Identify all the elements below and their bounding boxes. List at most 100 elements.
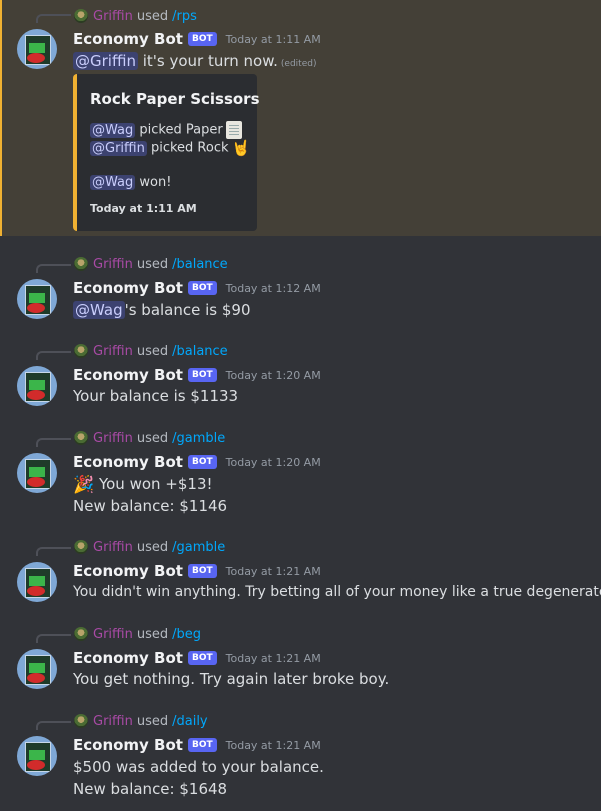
replied-user-avatar[interactable] xyxy=(74,431,88,445)
bot-tag: BOT xyxy=(187,368,217,382)
reply-reference[interactable]: Griffin used /daily xyxy=(74,712,208,730)
embed-text: won! xyxy=(135,175,172,190)
timestamp[interactable]: Today at 1:21 AM xyxy=(226,739,321,752)
embed-line-paper: @Wag picked Paper xyxy=(90,121,242,139)
message-balance[interactable]: Griffin used /balance Economy Bot BOT To… xyxy=(0,339,601,411)
timestamp[interactable]: Today at 1:20 AM xyxy=(226,456,321,469)
reply-command[interactable]: /balance xyxy=(172,257,228,272)
reply-command[interactable]: /gamble xyxy=(172,431,225,446)
timestamp[interactable]: Today at 1:21 AM xyxy=(226,565,321,578)
reply-used-text: used xyxy=(136,343,169,359)
avatar[interactable] xyxy=(17,29,57,69)
bot-tag: BOT xyxy=(187,281,217,295)
replied-user-avatar[interactable] xyxy=(74,9,88,23)
message-content: @Griffin it's your turn now. (edited) xyxy=(73,50,316,75)
timestamp[interactable]: Today at 1:11 AM xyxy=(226,33,321,46)
reply-used-text: used xyxy=(136,713,169,729)
reply-used-text: used xyxy=(136,430,169,446)
message-rps[interactable]: Griffin used /rps Economy Bot BOT Today … xyxy=(0,0,601,236)
message-gamble-loss[interactable]: Griffin used /gamble Economy Bot BOT Tod… xyxy=(0,535,601,607)
replied-user-name[interactable]: Griffin xyxy=(93,627,133,642)
edited-label: (edited) xyxy=(280,59,317,69)
message-content: $500 was added to your balance. xyxy=(73,758,324,776)
reply-connector xyxy=(36,264,71,273)
reply-used-text: used xyxy=(136,8,169,24)
bot-tag: BOT xyxy=(187,455,217,469)
replied-user-avatar[interactable] xyxy=(74,627,88,641)
replied-user-avatar[interactable] xyxy=(74,257,88,271)
author-name[interactable]: Economy Bot xyxy=(73,453,183,471)
replied-user-name[interactable]: Griffin xyxy=(93,257,133,272)
message-beg[interactable]: Griffin used /beg Economy Bot BOT Today … xyxy=(0,622,601,694)
avatar[interactable] xyxy=(17,453,57,493)
user-mention[interactable]: @Griffin xyxy=(90,140,147,156)
reply-connector xyxy=(36,14,71,23)
replied-user-name[interactable]: Griffin xyxy=(93,344,133,359)
reply-command[interactable]: /balance xyxy=(172,344,228,359)
user-mention[interactable]: @Wag xyxy=(90,122,136,138)
avatar[interactable] xyxy=(17,279,57,319)
message-text: You won +$13! xyxy=(94,475,213,493)
replied-user-name[interactable]: Griffin xyxy=(93,9,133,24)
embed-text: picked Rock xyxy=(146,140,229,156)
embed-line-rock: @Griffin picked Rock 🤘 xyxy=(90,139,250,157)
replied-user-avatar[interactable] xyxy=(74,540,88,554)
author-name[interactable]: Economy Bot xyxy=(73,736,183,754)
reply-command[interactable]: /rps xyxy=(172,9,197,24)
message-balance[interactable]: Griffin used /balance Economy Bot BOT To… xyxy=(0,252,601,324)
message-daily[interactable]: Griffin used /daily Economy Bot BOT Toda… xyxy=(0,709,601,811)
party-popper-icon: 🎉 xyxy=(73,474,95,495)
reply-connector xyxy=(36,634,71,643)
reply-command[interactable]: /daily xyxy=(172,714,208,729)
timestamp[interactable]: Today at 1:12 AM xyxy=(226,282,321,295)
reply-reference[interactable]: Griffin used /beg xyxy=(74,625,201,643)
timestamp[interactable]: Today at 1:20 AM xyxy=(226,369,321,382)
message-content: 🎉 You won +$13! xyxy=(73,473,213,496)
replied-user-name[interactable]: Griffin xyxy=(93,431,133,446)
reply-used-text: used xyxy=(136,256,169,272)
reply-connector xyxy=(36,438,71,447)
author-name[interactable]: Economy Bot xyxy=(73,30,183,48)
reply-reference[interactable]: Griffin used /balance xyxy=(74,342,228,360)
user-mention[interactable]: @Wag xyxy=(90,175,136,190)
avatar[interactable] xyxy=(17,649,57,689)
replied-user-name[interactable]: Griffin xyxy=(93,714,133,729)
rock-hand-icon: 🤘 xyxy=(231,139,251,157)
reply-used-text: used xyxy=(136,539,169,555)
reply-reference[interactable]: Griffin used /rps xyxy=(74,7,197,25)
message-gamble-win[interactable]: Griffin used /gamble Economy Bot BOT Tod… xyxy=(0,426,601,522)
author-name[interactable]: Economy Bot xyxy=(73,649,183,667)
message-header: Economy Bot BOT Today at 1:20 AM xyxy=(73,364,321,386)
message-header: Economy Bot BOT Today at 1:21 AM xyxy=(73,734,321,756)
embed-text: picked Paper xyxy=(135,122,223,138)
message-header: Economy Bot BOT Today at 1:21 AM xyxy=(73,560,321,582)
replied-user-avatar[interactable] xyxy=(74,714,88,728)
reply-reference[interactable]: Griffin used /gamble xyxy=(74,538,225,556)
page-icon xyxy=(225,121,242,139)
author-name[interactable]: Economy Bot xyxy=(73,279,183,297)
replied-user-name[interactable]: Griffin xyxy=(93,540,133,555)
replied-user-avatar[interactable] xyxy=(74,344,88,358)
user-mention[interactable]: @Wag xyxy=(73,301,125,319)
avatar[interactable] xyxy=(17,366,57,406)
reply-command[interactable]: /gamble xyxy=(172,540,225,555)
message-header: Economy Bot BOT Today at 1:21 AM xyxy=(73,647,321,669)
reply-reference[interactable]: Griffin used /balance xyxy=(74,255,228,273)
message-header: Economy Bot BOT Today at 1:11 AM xyxy=(73,28,321,50)
author-name[interactable]: Economy Bot xyxy=(73,562,183,580)
reply-command[interactable]: /beg xyxy=(172,627,201,642)
reply-used-text: used xyxy=(136,626,169,642)
avatar[interactable] xyxy=(17,736,57,776)
avatar[interactable] xyxy=(17,562,57,602)
author-name[interactable]: Economy Bot xyxy=(73,366,183,384)
timestamp[interactable]: Today at 1:21 AM xyxy=(226,652,321,665)
bot-tag: BOT xyxy=(187,32,217,46)
embed-line-winner: @Wag won! xyxy=(90,175,171,190)
message-content: Your balance is $1133 xyxy=(73,387,239,405)
reply-reference[interactable]: Griffin used /gamble xyxy=(74,429,225,447)
message-content: @Wag's balance is $90 xyxy=(73,299,251,321)
bot-tag: BOT xyxy=(187,564,217,578)
reply-connector xyxy=(36,721,71,730)
user-mention[interactable]: @Griffin xyxy=(73,52,138,70)
message-header: Economy Bot BOT Today at 1:20 AM xyxy=(73,451,321,473)
